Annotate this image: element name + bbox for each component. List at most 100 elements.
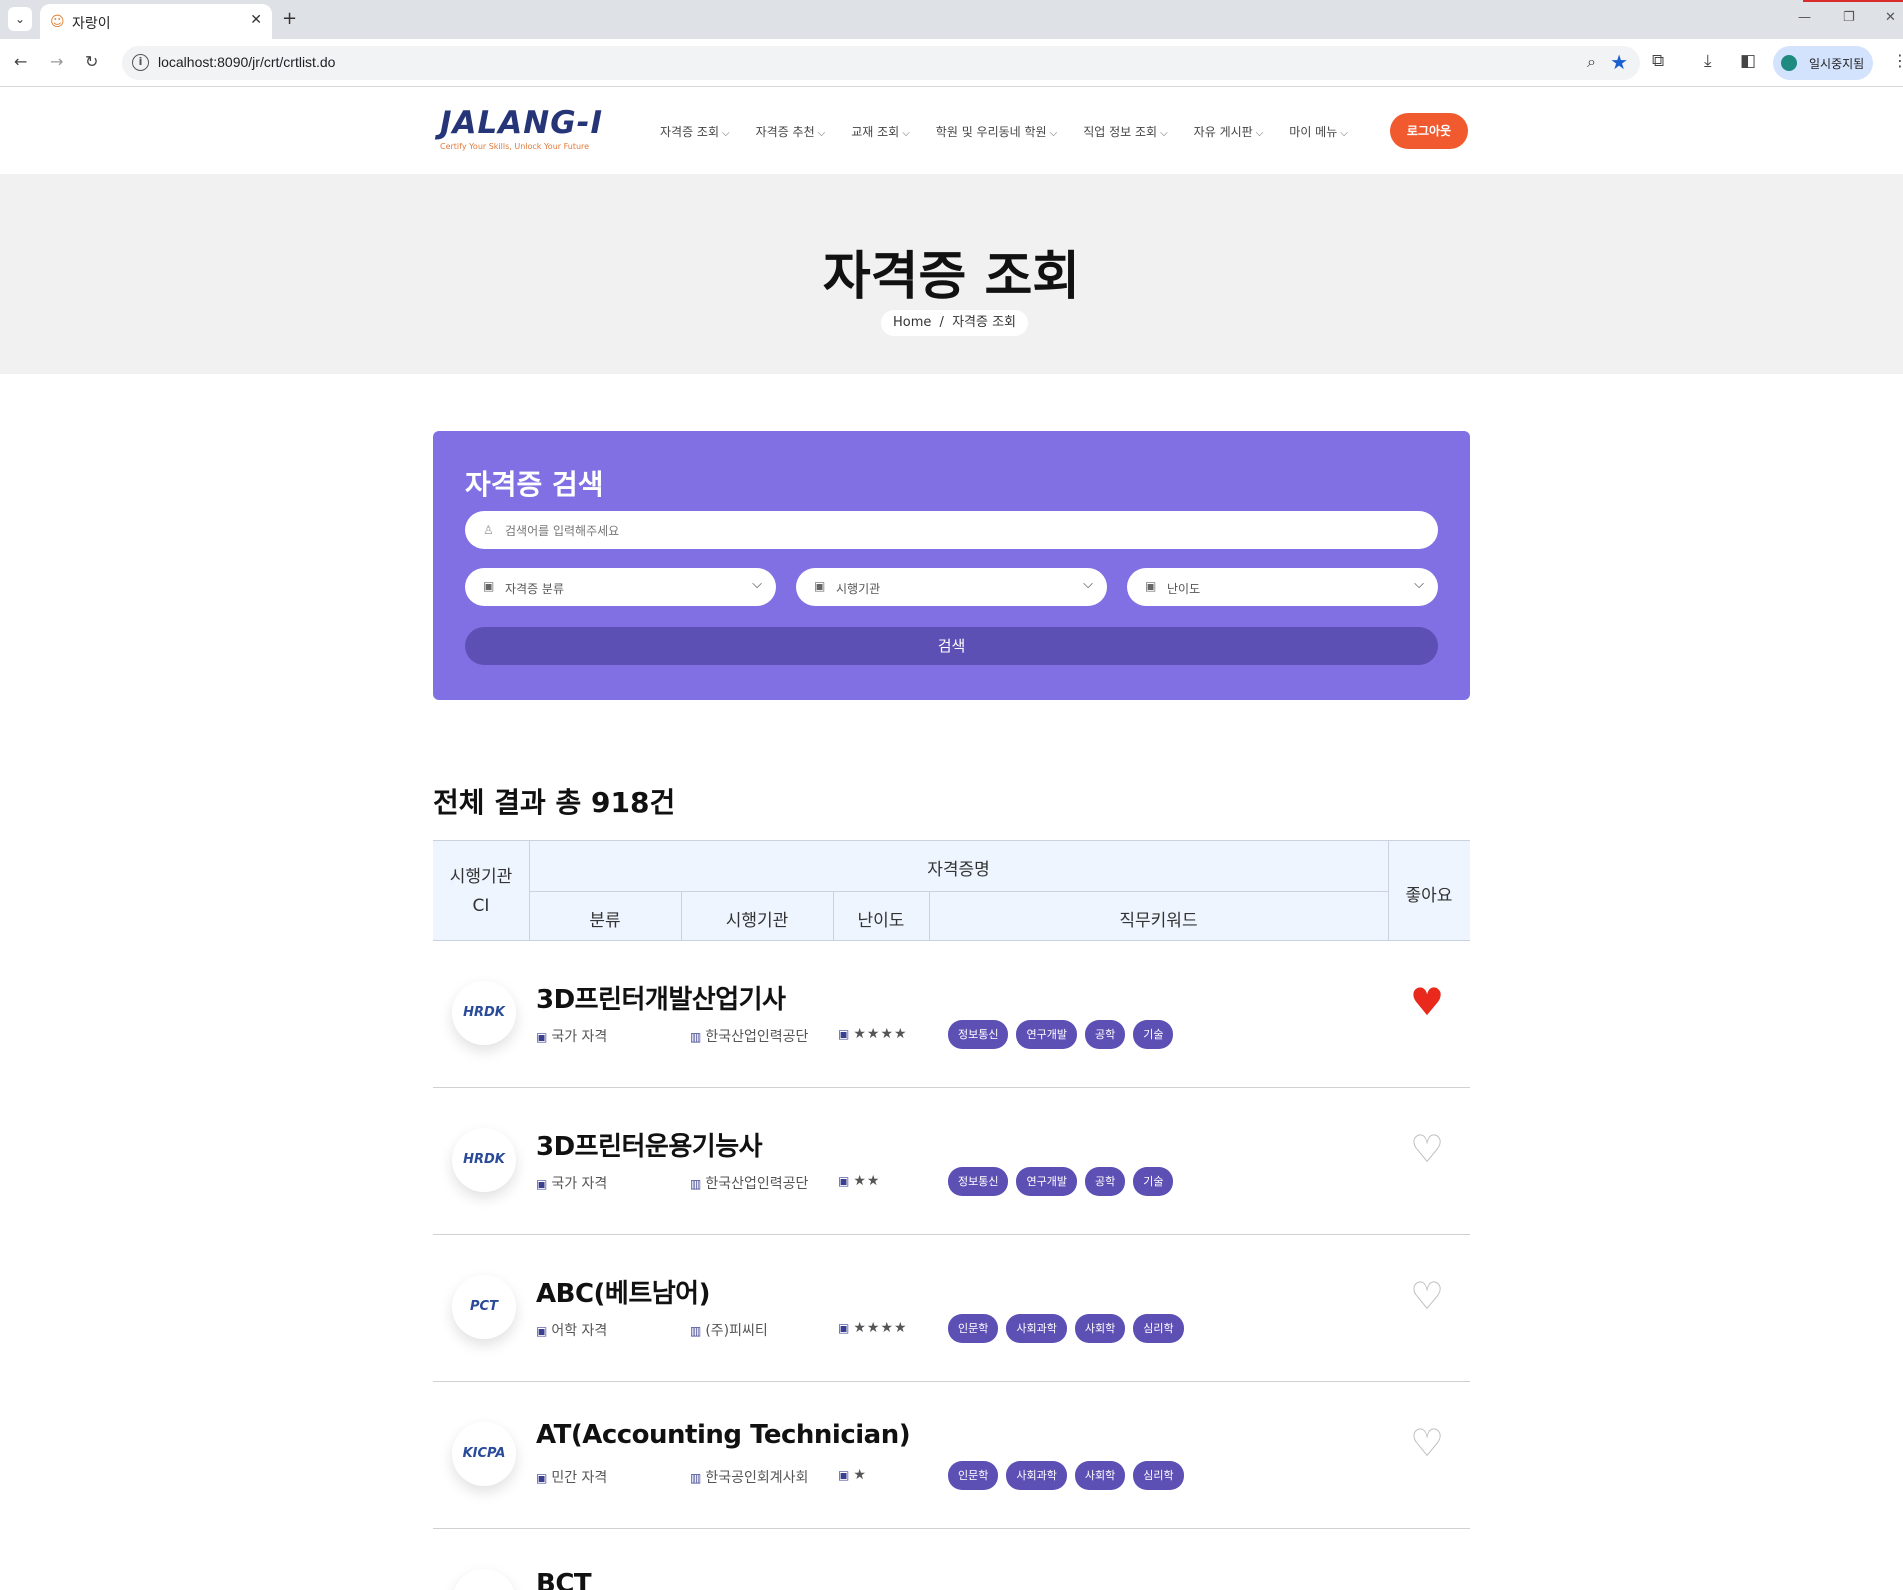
agency-cell: ▥ 한국산업인력공단 xyxy=(690,1026,808,1046)
id-card-icon: ▣ xyxy=(483,579,495,593)
browser-tab[interactable]: ☺ 자랑이 ✕ xyxy=(40,4,272,39)
category-select-value: 자격증 분류 xyxy=(505,582,565,596)
agency-value: (주)피씨티 xyxy=(705,1323,768,1339)
keyword-tag[interactable]: 심리학 xyxy=(1133,1461,1184,1490)
profile-label: 일시중지됨 xyxy=(1809,57,1865,71)
category-cell: ▣ 국가 자격 xyxy=(536,1173,607,1193)
window-accent xyxy=(1803,0,1903,2)
keyword-tag[interactable]: 사회학 xyxy=(1074,1461,1126,1490)
forward-icon[interactable]: → xyxy=(50,52,63,71)
nav-item-free-board[interactable]: 자유 게시판 ⌵ xyxy=(1194,123,1264,140)
certificate-title[interactable]: AT(Accounting Technician) xyxy=(536,1420,911,1450)
new-tab-icon[interactable]: + xyxy=(282,8,297,29)
tab-close-icon[interactable]: ✕ xyxy=(250,12,262,28)
logout-button[interactable]: 로그아웃 xyxy=(1390,113,1468,149)
nav-label: 교재 조회 xyxy=(851,125,900,139)
keyword-tag[interactable]: 인문학 xyxy=(948,1461,999,1490)
nav-item-certificate-search[interactable]: 자격증 조회 ⌵ xyxy=(660,123,730,140)
breadcrumb-separator: / xyxy=(939,315,944,330)
zoom-icon[interactable]: ⌕ xyxy=(1587,52,1596,72)
difficulty-select[interactable]: ▣ 난이도 ⌵ xyxy=(1127,568,1438,606)
certificate-title[interactable]: ABC(베트남어) xyxy=(536,1273,710,1310)
certificate-title[interactable]: BCT xyxy=(536,1569,592,1590)
category-select[interactable]: ▣ 자격증 분류 ⌵ xyxy=(465,568,776,606)
omnibox[interactable]: i localhost:8090/jr/crt/crtlist.do ⌕ ★ xyxy=(122,46,1640,80)
id-card-icon: ▣ xyxy=(1145,579,1157,593)
breadcrumb-current: 자격증 조회 xyxy=(952,315,1016,330)
reload-icon[interactable]: ↻ xyxy=(85,52,98,71)
table-row[interactable]: HRDK 3D프린터운용기능사 ▣ 국가 자격 ▥ 한국산업인력공단 ▣ ★★ 정보통… xyxy=(433,1088,1470,1235)
keyword-tag[interactable]: 연구개발 xyxy=(1016,1167,1077,1196)
category-value: 민간 자격 xyxy=(551,1470,608,1486)
like-heart-icon[interactable]: ♥ xyxy=(1410,983,1444,1021)
address-toolbar: ← → ↻ i localhost:8090/jr/crt/crtlist.do… xyxy=(0,39,1903,87)
side-panel-icon[interactable]: ◧ xyxy=(1740,51,1756,71)
nav-item-my-menu[interactable]: 마이 메뉴 ⌵ xyxy=(1289,123,1348,140)
browser-menu-icon[interactable]: ⋮ xyxy=(1892,51,1903,70)
site-info-icon[interactable]: i xyxy=(132,54,149,71)
header-name: 자격증명 xyxy=(927,860,990,880)
table-row[interactable]: KICPA AT(Accounting Technician) ▣ 민간 자격 ▥… xyxy=(433,1382,1470,1529)
id-card-icon: ▣ xyxy=(536,1324,548,1338)
keyword-tag[interactable]: 심리학 xyxy=(1133,1314,1184,1343)
certificate-title[interactable]: 3D프린터개발산업기사 xyxy=(536,979,786,1016)
like-heart-icon[interactable]: ♡ xyxy=(1410,1424,1444,1462)
table-row[interactable]: BCT xyxy=(433,1529,1470,1590)
tab-search-button[interactable]: ⌄ xyxy=(8,7,32,31)
breadcrumb-home[interactable]: Home xyxy=(893,315,931,330)
keyword-tag[interactable]: 기술 xyxy=(1133,1167,1174,1196)
like-heart-icon[interactable]: ♡ xyxy=(1410,1277,1444,1315)
keyword-tag[interactable]: 인문학 xyxy=(948,1314,999,1343)
like-heart-icon[interactable]: ♡ xyxy=(1410,1130,1444,1168)
nav-label: 자격증 조회 xyxy=(660,125,720,139)
header-ci: 시행기관 CI xyxy=(449,867,513,916)
table-row[interactable]: HRDK 3D프린터개발산업기사 ▣ 국가 자격 ▥ 한국산업인력공단 ▣ ★★★★ … xyxy=(433,941,1470,1088)
download-icon[interactable]: ⤓ xyxy=(1704,51,1712,71)
nav-item-academy[interactable]: 학원 및 우리동네 학원 ⌵ xyxy=(936,123,1057,140)
chevron-down-icon: ⌵ xyxy=(1340,128,1348,139)
keyword-tag[interactable]: 공학 xyxy=(1084,1167,1126,1196)
difficulty-select-value: 난이도 xyxy=(1167,582,1201,596)
chevron-down-icon: ⌵ xyxy=(1083,577,1093,592)
chevron-down-icon: ⌵ xyxy=(752,577,762,592)
keyword-tag[interactable]: 정보통신 xyxy=(948,1020,1009,1049)
category-cell: ▣ 민간 자격 xyxy=(536,1467,607,1487)
nav-item-job-info[interactable]: 직업 정보 조회 ⌵ xyxy=(1083,123,1167,140)
nav-item-textbook[interactable]: 교재 조회 ⌵ xyxy=(851,123,910,140)
agency-logo: PCT xyxy=(452,1275,516,1339)
agency-select[interactable]: ▣ 시행기관 ⌵ xyxy=(796,568,1107,606)
table-row[interactable]: PCT ABC(베트남어) ▣ 어학 자격 ▥ (주)피씨티 ▣ ★★★★ 인문학 사… xyxy=(433,1235,1470,1382)
id-card-icon: ▣ xyxy=(838,1027,850,1041)
chevron-down-icon: ⌵ xyxy=(1160,128,1168,139)
agency-cell: ▥ 한국산업인력공단 xyxy=(690,1173,808,1193)
id-card-icon: ▣ xyxy=(536,1030,548,1044)
keyword-tag[interactable]: 사회과학 xyxy=(1006,1314,1067,1343)
nav-label: 직업 정보 조회 xyxy=(1083,125,1158,139)
restore-icon[interactable]: ❐ xyxy=(1843,10,1855,25)
search-button[interactable]: 검색 xyxy=(465,627,1438,665)
nav-label: 자격증 추천 xyxy=(755,125,815,139)
url-text[interactable]: localhost:8090/jr/crt/crtlist.do xyxy=(158,54,335,70)
keyword-tag[interactable]: 정보통신 xyxy=(948,1167,1009,1196)
minimize-icon[interactable]: — xyxy=(1798,10,1811,25)
search-input[interactable]: ♙ 검색어를 입력해주세요 xyxy=(465,511,1438,549)
back-icon[interactable]: ← xyxy=(14,52,27,71)
site-logo[interactable]: JALANG-I Certify Your Skills, Unlock You… xyxy=(440,105,603,151)
keyword-tags: 정보통신 연구개발 공학 기술 xyxy=(948,1020,1181,1049)
keyword-tag[interactable]: 사회과학 xyxy=(1006,1461,1067,1490)
building-icon: ▥ xyxy=(690,1471,702,1485)
nav-item-certificate-recommend[interactable]: 자격증 추천 ⌵ xyxy=(756,123,826,140)
keyword-tag[interactable]: 공학 xyxy=(1084,1020,1126,1049)
category-cell: ▣ 국가 자격 xyxy=(536,1026,607,1046)
certificate-title[interactable]: 3D프린터운용기능사 xyxy=(536,1126,763,1163)
search-title: 자격증 검색 xyxy=(465,468,604,501)
close-window-icon[interactable]: ✕ xyxy=(1885,10,1896,25)
keyword-tag[interactable]: 기술 xyxy=(1133,1020,1174,1049)
building-icon: ▥ xyxy=(690,1324,702,1338)
keyword-tag[interactable]: 사회학 xyxy=(1074,1314,1126,1343)
header-keywords: 직무키워드 xyxy=(1119,911,1198,931)
extensions-icon[interactable]: ⧉ xyxy=(1652,51,1664,71)
keyword-tag[interactable]: 연구개발 xyxy=(1016,1020,1077,1049)
bookmark-star-icon[interactable]: ★ xyxy=(1610,50,1628,74)
profile-button[interactable]: 일시중지됨 xyxy=(1773,46,1873,80)
